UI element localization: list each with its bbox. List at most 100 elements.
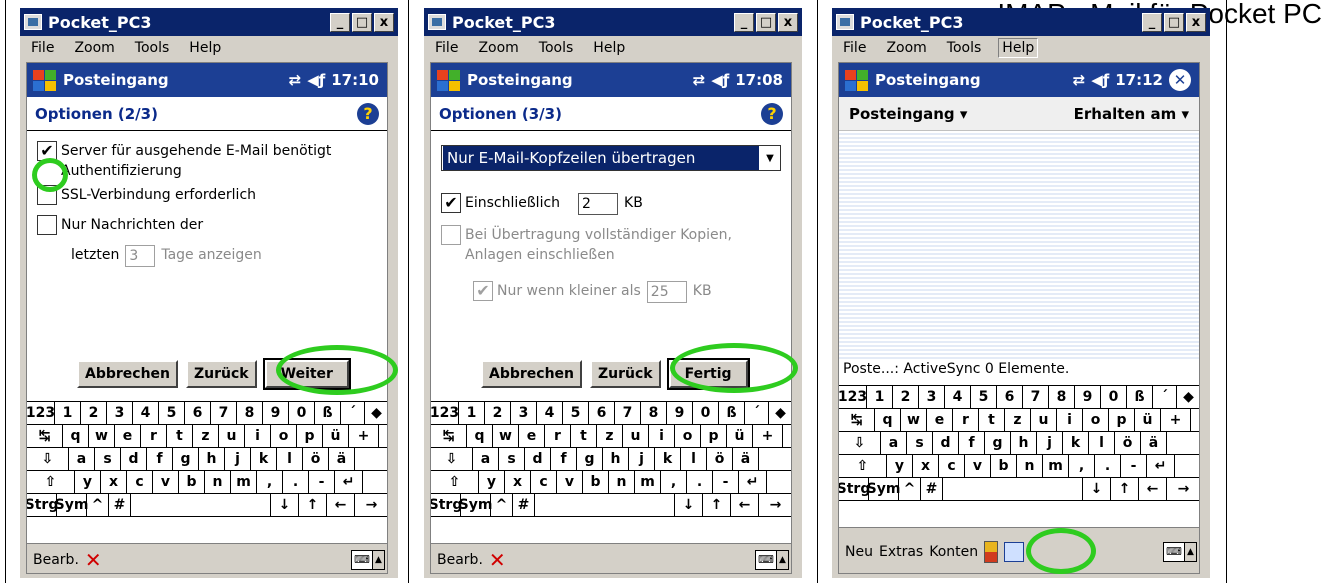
- key-v[interactable]: v: [557, 471, 583, 493]
- recent-messages-checkbox[interactable]: [37, 215, 57, 235]
- delete-icon[interactable]: ✕: [489, 548, 506, 572]
- caps-key[interactable]: ⇩: [27, 448, 69, 470]
- symbol-key[interactable]: Sym: [55, 494, 88, 516]
- key-k[interactable]: k: [655, 448, 681, 470]
- key-i[interactable]: i: [1057, 409, 1083, 431]
- arrow-left-key[interactable]: ←: [1139, 478, 1167, 500]
- key-#[interactable]: #: [109, 494, 131, 516]
- ctrl-key[interactable]: Strg: [839, 478, 870, 500]
- key-h[interactable]: h: [1011, 432, 1037, 454]
- key-8[interactable]: 8: [237, 402, 263, 424]
- key-e[interactable]: e: [519, 425, 545, 447]
- key-y[interactable]: y: [887, 455, 913, 477]
- menu-zoom[interactable]: Zoom: [475, 39, 521, 57]
- key-i[interactable]: i: [649, 425, 675, 447]
- key-c[interactable]: c: [127, 471, 153, 493]
- key-4[interactable]: 4: [945, 386, 971, 408]
- key-c[interactable]: c: [939, 455, 965, 477]
- help-icon[interactable]: ?: [761, 102, 783, 125]
- enter-key[interactable]: ↵: [1147, 455, 1175, 477]
- keyboard-icon[interactable]: ⌨: [1163, 541, 1185, 562]
- send-receive-icon[interactable]: [984, 540, 999, 563]
- key-k[interactable]: k: [251, 448, 277, 470]
- key-ö[interactable]: ö: [303, 448, 329, 470]
- key-,[interactable]: ,: [1069, 455, 1095, 477]
- key-t[interactable]: t: [979, 409, 1005, 431]
- new-menu[interactable]: Neu: [845, 544, 873, 560]
- key-w[interactable]: w: [493, 425, 519, 447]
- backspace-key[interactable]: ◆: [365, 402, 387, 424]
- windows-start-icon[interactable]: [31, 67, 59, 93]
- space-key[interactable]: [535, 494, 675, 516]
- ssl-checkbox[interactable]: [37, 185, 57, 205]
- key-1[interactable]: 1: [867, 386, 893, 408]
- key-q[interactable]: q: [467, 425, 493, 447]
- key-1[interactable]: 1: [55, 402, 81, 424]
- key-0[interactable]: 0: [1101, 386, 1127, 408]
- key-z[interactable]: z: [1005, 409, 1031, 431]
- key-a[interactable]: a: [69, 448, 95, 470]
- close-window-button[interactable]: x: [778, 12, 798, 32]
- window-titlebar[interactable]: Pocket_PC3 _ □ x: [832, 8, 1210, 36]
- cancel-button[interactable]: Abbrechen: [77, 360, 179, 388]
- key-d[interactable]: d: [933, 432, 959, 454]
- symbol-key[interactable]: Sym: [867, 478, 900, 500]
- key-b[interactable]: b: [583, 471, 609, 493]
- back-button[interactable]: Zurück: [590, 360, 661, 388]
- key--[interactable]: -: [309, 471, 335, 493]
- key-ä[interactable]: ä: [1141, 432, 1167, 454]
- input-menu-arrow-icon[interactable]: ▲: [373, 549, 385, 570]
- key-x[interactable]: x: [505, 471, 531, 493]
- key-ß[interactable]: ß: [315, 402, 341, 424]
- key-´[interactable]: ´: [341, 402, 365, 424]
- input-panel-toggle[interactable]: ⌨ ▲: [1163, 541, 1197, 562]
- next-button[interactable]: Weiter: [262, 358, 351, 390]
- dropdown-arrow-icon[interactable]: ▼: [760, 153, 780, 164]
- key-9[interactable]: 9: [667, 402, 693, 424]
- arrow-up-key[interactable]: ↑: [703, 494, 731, 516]
- key-^[interactable]: ^: [87, 494, 109, 516]
- key-g[interactable]: g: [173, 448, 199, 470]
- enter-key[interactable]: ↵: [335, 471, 363, 493]
- key-^[interactable]: ^: [899, 478, 921, 500]
- caps-key[interactable]: ⇩: [839, 432, 881, 454]
- key-v[interactable]: v: [153, 471, 179, 493]
- key-n[interactable]: n: [1017, 455, 1043, 477]
- key-k[interactable]: k: [1063, 432, 1089, 454]
- menu-file[interactable]: File: [432, 39, 461, 57]
- include-size-input[interactable]: 2: [578, 193, 619, 215]
- menu-tools[interactable]: Tools: [944, 39, 985, 57]
- key-9[interactable]: 9: [1075, 386, 1101, 408]
- window-titlebar[interactable]: Pocket_PC3 _ □ x: [20, 8, 398, 36]
- key-3[interactable]: 3: [107, 402, 133, 424]
- key-g[interactable]: g: [985, 432, 1011, 454]
- key-t[interactable]: t: [571, 425, 597, 447]
- key-x[interactable]: x: [101, 471, 127, 493]
- delete-icon[interactable]: ✕: [85, 548, 102, 572]
- key-a[interactable]: a: [473, 448, 499, 470]
- key-ü[interactable]: ü: [1135, 409, 1161, 431]
- key-p[interactable]: p: [1109, 409, 1135, 431]
- key-#[interactable]: #: [921, 478, 943, 500]
- clock[interactable]: 17:10: [331, 71, 379, 89]
- shift-key[interactable]: ⇧: [839, 455, 887, 477]
- connectivity-icon[interactable]: ⇄: [693, 71, 706, 89]
- key-.[interactable]: .: [1095, 455, 1121, 477]
- menu-help[interactable]: Help: [998, 38, 1039, 58]
- key-m[interactable]: m: [231, 471, 257, 493]
- key-z[interactable]: z: [193, 425, 219, 447]
- key-.[interactable]: .: [687, 471, 713, 493]
- arrow-right-key[interactable]: →: [1167, 478, 1199, 500]
- key-v[interactable]: v: [965, 455, 991, 477]
- minimize-button[interactable]: _: [734, 12, 754, 32]
- key-´[interactable]: ´: [1153, 386, 1177, 408]
- close-window-button[interactable]: x: [1186, 12, 1206, 32]
- key-r[interactable]: r: [953, 409, 979, 431]
- numeric-key[interactable]: 123: [431, 402, 459, 424]
- key--[interactable]: -: [713, 471, 739, 493]
- arrow-down-key[interactable]: ↓: [675, 494, 703, 516]
- menu-tools[interactable]: Tools: [132, 39, 173, 57]
- input-menu-arrow-icon[interactable]: ▲: [1185, 541, 1197, 562]
- key-3[interactable]: 3: [919, 386, 945, 408]
- key-ß[interactable]: ß: [1127, 386, 1153, 408]
